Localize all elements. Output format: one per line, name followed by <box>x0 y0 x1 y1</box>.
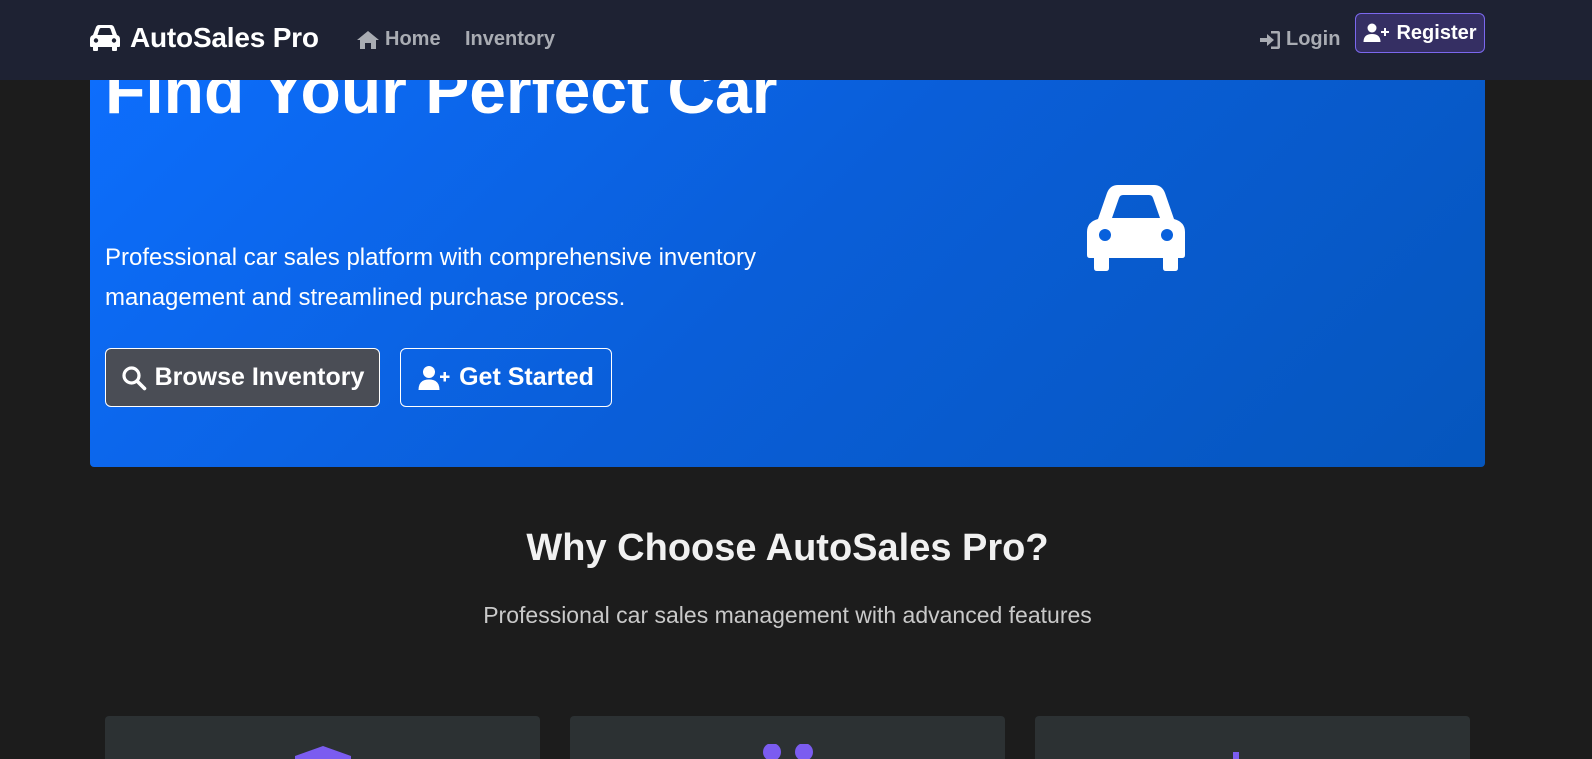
nav-login-link[interactable]: Login <box>1259 28 1340 51</box>
nav-home-link[interactable]: Home <box>356 28 441 51</box>
hero-section: Find Your Perfect Car Professional car s… <box>90 60 1485 467</box>
nav-inventory-label: Inventory <box>465 28 556 50</box>
sign-in-icon <box>1260 30 1280 49</box>
features-subtitle: Professional car sales management with a… <box>483 602 1092 628</box>
user-plus-icon <box>1363 23 1390 42</box>
brand-name: AutoSales Pro <box>130 22 319 53</box>
home-icon <box>357 30 379 49</box>
shield-icon <box>294 746 351 759</box>
navbar: AutoSales Pro Home Inventory Login Regis… <box>0 0 1592 80</box>
brand-link[interactable]: AutoSales Pro <box>89 22 319 54</box>
car-icon <box>90 25 120 51</box>
register-label: Register <box>1396 21 1477 44</box>
get-started-button[interactable]: Get Started <box>400 348 612 407</box>
features-title: Why Choose AutoSales Pro? <box>526 527 1049 569</box>
search-icon <box>122 365 146 390</box>
user-plus-icon <box>418 365 450 390</box>
get-started-label: Get Started <box>459 363 594 391</box>
car-icon <box>1087 185 1185 271</box>
page-scrollbar[interactable] <box>1575 0 1592 759</box>
nav-home-label: Home <box>385 28 441 50</box>
nav-login-label: Login <box>1286 28 1341 50</box>
nav-inventory-link[interactable]: Inventory <box>465 28 555 51</box>
feature-card <box>570 716 1005 759</box>
register-button[interactable]: Register <box>1355 13 1485 53</box>
feature-card <box>105 716 540 759</box>
feature-card <box>1035 716 1470 759</box>
chart-icon <box>1232 752 1239 759</box>
hero-subtitle: Professional car sales platform with com… <box>105 244 756 311</box>
users-icon <box>762 744 813 759</box>
browse-inventory-button[interactable]: Browse Inventory <box>105 348 380 407</box>
browse-inventory-label: Browse Inventory <box>154 363 365 391</box>
